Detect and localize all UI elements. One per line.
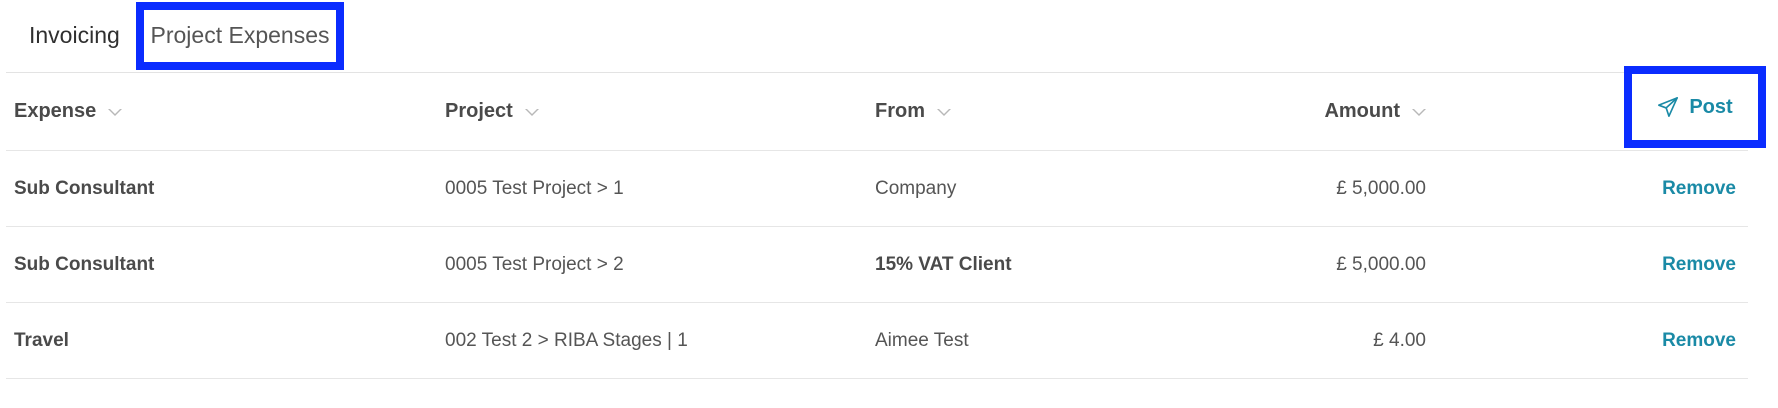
post-button[interactable]: Post [1624,66,1766,148]
remove-button[interactable]: Remove [1662,178,1736,200]
project-cell: 0005 Test Project > 2 [445,253,624,275]
remove-button[interactable]: Remove [1662,254,1736,276]
sort-caret-icon[interactable] [524,109,539,116]
column-header-amount[interactable]: Amount [1238,73,1426,150]
table-header-row: Expense Project From Amount [6,73,1748,151]
remove-cell: Remove [1626,303,1736,378]
amount-cell: £ 5,000.00 [1336,177,1426,199]
from-cell: Aimee Test [875,329,969,351]
remove-cell: Remove [1626,227,1736,302]
paper-plane-icon [1658,97,1679,117]
table-row: Travel 002 Test 2 > RIBA Stages | 1 Aime… [6,303,1748,379]
expense-cell: Travel [14,329,69,351]
column-header-expense[interactable]: Expense [14,73,123,150]
sort-caret-icon[interactable] [937,109,951,116]
tab-bar: Invoicing Project Expenses [0,0,1778,73]
table-row: Sub Consultant 0005 Test Project > 2 15%… [6,227,1748,303]
column-header-project[interactable]: Project [445,73,539,150]
project-cell: 002 Test 2 > RIBA Stages | 1 [445,329,688,351]
expense-cell: Sub Consultant [14,177,155,199]
sort-caret-icon[interactable] [108,109,123,116]
expense-cell: Sub Consultant [14,253,155,275]
table-row: Sub Consultant 0005 Test Project > 1 Com… [6,151,1748,227]
amount-cell: £ 4.00 [1373,329,1426,351]
column-header-expense-label: Expense [14,100,97,122]
remove-button[interactable]: Remove [1662,330,1736,352]
project-cell: 0005 Test Project > 1 [445,177,624,199]
column-header-amount-label: Amount [1324,100,1400,122]
tab-invoicing[interactable]: Invoicing [29,22,120,49]
expenses-table: Expense Project From Amount Sub Consulta… [6,73,1748,379]
sort-caret-icon[interactable] [1412,109,1426,116]
tab-project-expenses[interactable]: Project Expenses [136,2,344,70]
from-cell: Company [875,177,957,199]
post-button-label: Post [1689,95,1733,118]
remove-cell: Remove [1626,151,1736,226]
amount-cell: £ 5,000.00 [1336,253,1426,275]
column-header-from-label: From [875,100,925,122]
column-header-project-label: Project [445,100,513,122]
column-header-from[interactable]: From [875,73,951,150]
from-cell: 15% VAT Client [875,253,1012,275]
